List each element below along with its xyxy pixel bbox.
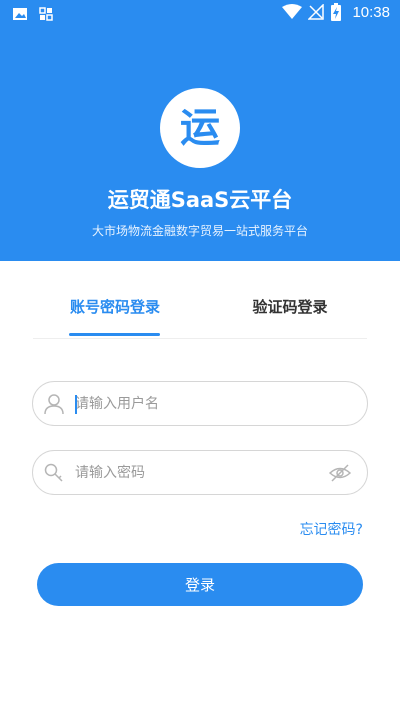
app-grid-icon <box>39 7 53 21</box>
user-icon <box>44 394 64 415</box>
status-time: 10:38 <box>352 3 390 21</box>
no-signal-icon <box>308 4 325 20</box>
text-cursor <box>75 395 77 414</box>
image-icon <box>13 8 27 20</box>
app-logo: 运 <box>160 88 240 168</box>
status-right-icons: 10:38 <box>282 3 390 21</box>
username-field[interactable] <box>32 381 368 426</box>
wifi-icon <box>282 4 303 19</box>
forgot-password-link[interactable]: 忘记密码? <box>300 519 363 539</box>
password-input[interactable] <box>75 459 315 487</box>
status-left-icons <box>12 6 54 22</box>
login-tabs: 账号密码登录 验证码登录 <box>33 296 367 339</box>
login-button[interactable]: 登录 <box>37 563 363 606</box>
password-field[interactable] <box>32 450 368 495</box>
app-subtitle: 大市场物流金融数字贸易一站式服务平台 <box>91 224 308 238</box>
username-input[interactable] <box>75 390 315 418</box>
active-tab-indicator <box>69 333 160 336</box>
header-banner: 10:38 运 运贸通SaaS云平台 大市场物流金融数字贸易一站式服务平台 <box>0 0 400 261</box>
eye-hidden-icon[interactable] <box>329 463 351 483</box>
app-title: 运贸通SaaS云平台 <box>107 188 293 212</box>
logo-glyph: 运 <box>180 105 220 151</box>
key-icon <box>44 463 63 482</box>
tab-code-login-label: 验证码登录 <box>252 298 328 316</box>
tab-code-login[interactable]: 验证码登录 <box>213 296 367 339</box>
tab-password-login[interactable]: 账号密码登录 <box>33 296 197 339</box>
battery-charging-icon <box>331 3 342 21</box>
status-bar: 10:38 <box>0 0 400 28</box>
